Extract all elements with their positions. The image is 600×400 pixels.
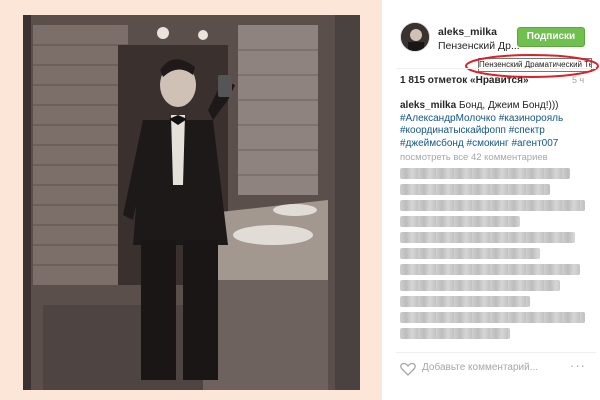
blurred-comment [400,264,580,275]
blurred-comment [400,280,560,291]
hashtag-line[interactable]: #джеймсбонд #смокинг #агент007 [400,138,558,149]
blurred-comment [400,296,530,307]
blurred-comment [400,312,585,323]
blurred-comment [400,168,570,179]
header-divider [396,68,596,69]
footer-divider [396,352,596,353]
blurred-comment [400,328,510,339]
follow-button[interactable]: Подписки [517,27,585,47]
blurred-comment [400,232,575,243]
hashtag-line[interactable]: #координатыскайфопп #спектр [400,125,545,136]
blurred-comment [400,200,585,211]
caption-username[interactable]: aleks_milka [400,100,456,111]
post-media [0,0,382,400]
avatar[interactable] [400,22,430,52]
photo-illustration [23,15,360,390]
post-time: 5 ч [572,75,585,85]
location-tooltip: Пензенский Драматический Театр [478,58,592,72]
post-sidebar: aleks_milka Пензенский Др... Подписки Пе… [382,0,600,400]
post-photo[interactable] [23,15,360,390]
avatar-image [401,23,429,51]
hashtag-line[interactable]: #АлександрМолочко #казинорояль [400,113,563,124]
blurred-comment [400,216,520,227]
caption-text: Бонд, Джеим Бонд!))) [456,100,559,111]
comment-input[interactable] [422,362,562,373]
hashtags: #АлександрМолочко #казинорояль #координа… [400,113,596,151]
blurred-comment [400,248,540,259]
view-all-comments-link[interactable]: посмотреть все 42 комментариев [400,152,548,163]
heart-outline-icon[interactable] [400,362,416,376]
caption: aleks_milka Бонд, Джеим Бонд!))) #Алекса… [400,100,596,150]
likes-count[interactable]: 1 815 отметок «Нравится» [400,75,529,86]
blurred-comment [400,184,550,195]
author-username[interactable]: aleks_milka [438,26,497,38]
more-options-icon[interactable]: ··· [570,358,586,373]
